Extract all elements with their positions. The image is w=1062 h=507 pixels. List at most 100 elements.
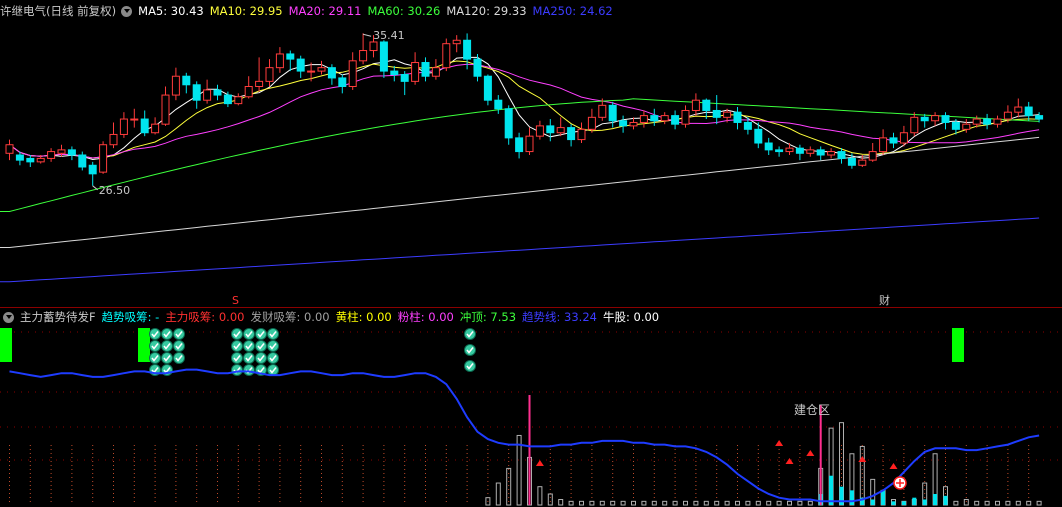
candle-body	[920, 116, 929, 122]
candle-body	[577, 128, 586, 141]
candle-body	[431, 67, 440, 77]
candle-body	[743, 121, 752, 130]
candle-body	[556, 127, 565, 134]
candle-body	[192, 84, 201, 101]
candle-body	[348, 60, 357, 87]
candle-body	[369, 41, 378, 52]
candle-body	[733, 111, 742, 123]
candle-body	[702, 99, 711, 111]
candle-body	[359, 50, 368, 62]
candle-body	[171, 75, 180, 96]
candle-body	[296, 58, 305, 72]
check-badge	[464, 328, 476, 340]
green-signal-block	[0, 328, 12, 362]
check-badge	[161, 340, 173, 352]
indicator-bar	[495, 482, 501, 506]
candle-body	[598, 104, 607, 118]
check-badge	[255, 352, 267, 364]
candle-body	[47, 151, 56, 159]
high-price-pointer	[362, 33, 372, 37]
candle-body	[442, 43, 451, 69]
candle-body	[889, 137, 898, 144]
candle-body	[15, 154, 24, 161]
cyan-bar	[912, 497, 917, 505]
candle-body	[140, 118, 149, 134]
check-badge	[231, 364, 243, 376]
candle-body	[26, 157, 35, 163]
candle-body	[962, 123, 971, 130]
indicator-bar	[683, 500, 688, 506]
green-signal-block	[952, 328, 964, 362]
cyan-bar	[933, 494, 938, 505]
candle-body	[764, 142, 773, 151]
indicator-bar	[662, 500, 668, 506]
candle-body	[525, 135, 534, 153]
indicator-bar	[724, 500, 730, 506]
candle-body	[608, 104, 617, 122]
indicator-bar	[703, 500, 709, 506]
candle-body	[452, 39, 461, 45]
check-badge	[255, 328, 267, 340]
check-badge	[267, 364, 279, 376]
check-badge	[161, 328, 173, 340]
candle-body	[182, 75, 191, 86]
check-badge	[267, 340, 279, 352]
candle-body	[754, 128, 763, 144]
red-arrow	[806, 450, 815, 456]
chart-window: 许继电气(日线 前复权) MA5: 30.43 MA10: 29.95 MA20…	[0, 0, 1062, 507]
candle-body	[483, 75, 492, 101]
candle-body	[151, 123, 160, 134]
cyan-bar	[870, 499, 875, 505]
candle-body	[535, 125, 544, 137]
candle-body	[587, 116, 596, 130]
indicator-bar	[787, 500, 792, 506]
candle-body	[421, 62, 430, 77]
candle-body	[681, 109, 690, 125]
candle-body	[827, 151, 836, 156]
candle-body	[67, 149, 76, 156]
check-badge	[173, 340, 185, 352]
candle-body	[858, 159, 867, 166]
chart-canvas[interactable]: 35.41 26.50 S 财建仓区	[0, 0, 1062, 507]
indicator-bar	[620, 500, 626, 506]
candle-body	[1003, 111, 1012, 120]
red-arrow	[889, 463, 898, 469]
red-arrow	[785, 458, 794, 464]
cyan-bar	[849, 490, 854, 505]
candle-body	[546, 125, 555, 134]
candle-body	[1014, 106, 1023, 113]
candle-body	[650, 115, 659, 122]
indicator-bar	[953, 500, 959, 506]
candle-body	[660, 115, 669, 122]
red-arrow	[535, 460, 544, 466]
candle-body	[338, 77, 347, 87]
candle-body	[806, 149, 815, 154]
indicator-bar	[974, 500, 980, 506]
candle-body	[275, 53, 284, 69]
candle-body	[5, 144, 14, 154]
candle-body	[910, 116, 919, 134]
candle-body	[567, 127, 576, 141]
check-badge	[149, 340, 161, 352]
indicator-bar	[641, 500, 647, 506]
candle-body	[795, 147, 804, 154]
red-arrow	[858, 456, 867, 462]
candle-body	[99, 144, 108, 173]
check-badge	[464, 360, 476, 372]
indicator-bar	[859, 445, 865, 506]
check-badge	[243, 364, 255, 376]
candle-body	[494, 99, 503, 110]
candle-body	[868, 151, 877, 161]
indicator-bar	[547, 493, 553, 506]
candle-body	[265, 67, 274, 82]
ma-line-ma250	[0, 217, 1040, 283]
candle-body	[723, 111, 732, 118]
check-badge	[173, 328, 185, 340]
candle-body	[775, 149, 784, 153]
check-badge	[267, 328, 279, 340]
green-signal-block	[138, 328, 150, 362]
indicator-bar	[745, 500, 751, 506]
indicator-bar	[537, 486, 543, 506]
candle-body	[816, 149, 825, 156]
candle-body	[473, 58, 482, 77]
